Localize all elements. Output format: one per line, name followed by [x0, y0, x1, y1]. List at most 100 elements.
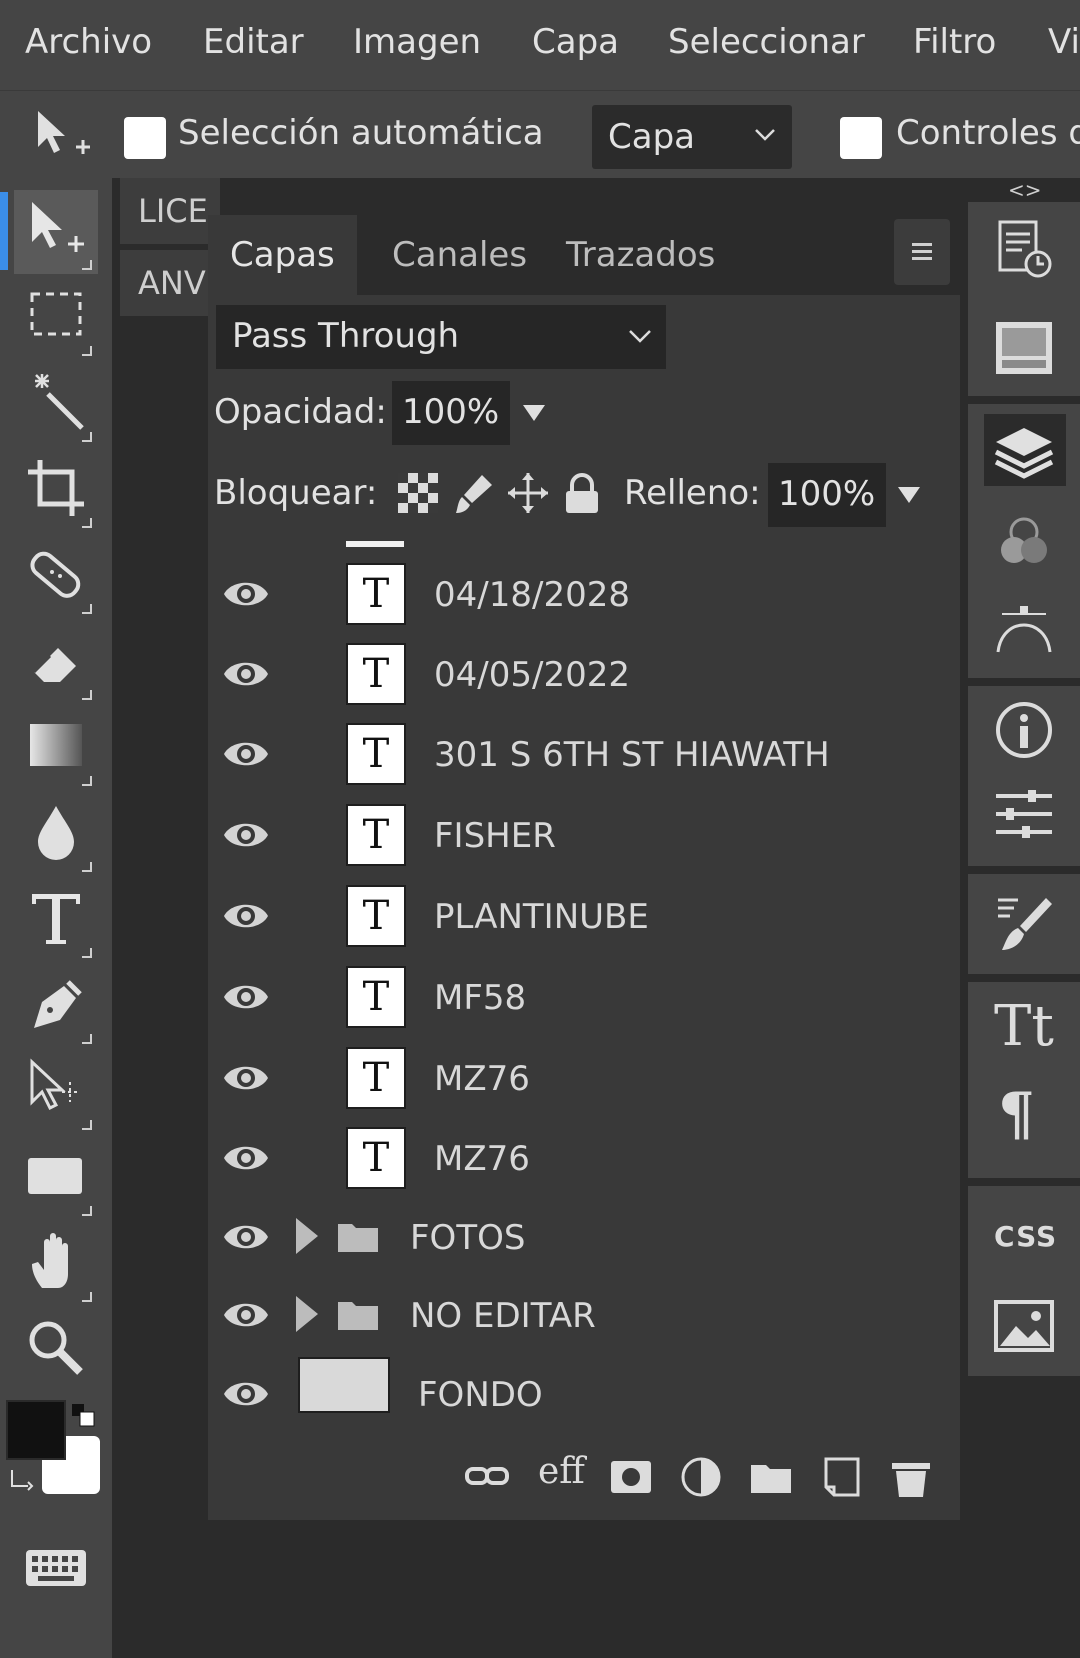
doc-tab-lice[interactable]: LICE	[120, 178, 220, 244]
chevron-down-icon	[755, 129, 775, 141]
lock-all-padlock-icon[interactable]	[560, 471, 604, 515]
hand-tool[interactable]	[14, 1222, 98, 1306]
add-mask-icon[interactable]	[608, 1455, 654, 1499]
adjustment-layer-icon[interactable]	[678, 1455, 724, 1499]
visibility-eye-icon[interactable]	[222, 575, 270, 613]
default-colors-icon[interactable]	[8, 1464, 38, 1494]
visibility-eye-icon[interactable]	[222, 816, 270, 854]
text-layer-glyph: T	[362, 651, 390, 697]
adjustments-sliders-icon[interactable]	[992, 782, 1056, 846]
layer-name: FONDO	[418, 1375, 543, 1415]
menu-archivo[interactable]: Archivo	[25, 22, 152, 62]
menu-vista[interactable]: Vi	[1048, 22, 1080, 62]
keyboard-icon[interactable]	[24, 1546, 88, 1590]
crop-tool[interactable]	[14, 448, 98, 532]
blend-mode-select[interactable]: Pass Through	[216, 305, 666, 369]
eraser-tool[interactable]	[14, 620, 98, 704]
healing-brush-tool[interactable]	[14, 534, 98, 618]
panel-menu-button[interactable]	[894, 219, 950, 285]
visibility-eye-icon[interactable]	[222, 897, 270, 935]
css-icon[interactable]: CSS	[994, 1220, 1057, 1253]
channels-icon[interactable]	[992, 510, 1056, 574]
layer-effects-button[interactable]: eff	[538, 1451, 585, 1492]
menu-imagen[interactable]: Imagen	[353, 22, 481, 62]
image-icon[interactable]	[992, 1294, 1056, 1358]
lock-position-move-icon[interactable]	[506, 471, 550, 515]
layer-name: 301 S 6TH ST HIAWATH	[434, 735, 830, 775]
layer-row[interactable]: FOTOS	[208, 1198, 960, 1276]
type-tool[interactable]	[14, 878, 98, 962]
new-group-folder-icon[interactable]	[748, 1455, 794, 1499]
swatches-image-icon[interactable]	[992, 316, 1056, 380]
paths-curve-icon[interactable]	[992, 596, 1056, 660]
auto-select-checkbox[interactable]	[124, 117, 166, 159]
lock-pixels-brush-icon[interactable]	[452, 471, 496, 515]
expand-group-arrow-icon[interactable]	[296, 1296, 318, 1332]
swap-colors-icon[interactable]	[70, 1402, 98, 1430]
expand-group-arrow-icon[interactable]	[296, 1218, 318, 1254]
zoom-tool[interactable]	[14, 1308, 98, 1392]
menu-editar[interactable]: Editar	[203, 22, 304, 62]
opacity-label: Opacidad:	[214, 392, 387, 432]
visibility-eye-icon[interactable]	[222, 655, 270, 693]
visibility-eye-icon[interactable]	[222, 1375, 270, 1413]
visibility-eye-icon[interactable]	[222, 978, 270, 1016]
dock-collapse-toggle[interactable]: <>	[1008, 178, 1042, 202]
visibility-eye-icon[interactable]	[222, 1139, 270, 1177]
doc-tab-anv[interactable]: ANV	[120, 250, 220, 316]
foreground-color-swatch[interactable]	[6, 1400, 66, 1460]
layer-name: PLANTINUBE	[434, 897, 649, 937]
transform-controls-checkbox[interactable]	[840, 117, 882, 159]
pen-tool[interactable]	[14, 964, 98, 1048]
new-layer-icon[interactable]	[818, 1455, 864, 1499]
fill-input[interactable]: 100%	[768, 463, 886, 527]
visibility-eye-icon[interactable]	[222, 735, 270, 773]
blur-tool[interactable]	[14, 792, 98, 876]
path-selection-tool[interactable]	[14, 1050, 98, 1134]
layer-row[interactable]: T MZ76	[208, 1039, 960, 1117]
delete-layer-trash-icon[interactable]	[888, 1455, 934, 1499]
opacity-input[interactable]: 100%	[392, 381, 510, 445]
layer-name: 04/18/2028	[434, 575, 630, 615]
shape-tool[interactable]	[14, 1136, 98, 1220]
info-icon[interactable]	[992, 698, 1056, 762]
layer-row[interactable]: FONDO	[208, 1355, 960, 1433]
visibility-eye-icon[interactable]	[222, 1296, 270, 1334]
brush-settings-icon[interactable]	[992, 892, 1056, 956]
layer-row[interactable]: T MZ76	[208, 1119, 960, 1197]
pen-nib-icon	[34, 980, 82, 1028]
foreground-background-colors[interactable]	[6, 1400, 102, 1496]
menu-capa[interactable]: Capa	[532, 22, 619, 62]
layer-group-select[interactable]: Capa	[592, 105, 792, 169]
layer-row[interactable]: T 04/18/2028	[208, 555, 960, 633]
dock-group-brush	[968, 874, 1080, 974]
marquee-tool[interactable]	[14, 276, 98, 360]
layer-row[interactable]: T PLANTINUBE	[208, 877, 960, 955]
move-tool[interactable]	[14, 190, 98, 274]
layer-row[interactable]: T FISHER	[208, 796, 960, 874]
menu-seleccionar[interactable]: Seleccionar	[668, 22, 865, 62]
fill-dropdown-arrow[interactable]	[898, 487, 920, 503]
tab-capas[interactable]: Capas	[208, 215, 357, 295]
layer-row[interactable]: NO EDITAR	[208, 1276, 960, 1354]
history-icon[interactable]	[992, 218, 1056, 282]
lock-transparency-icon[interactable]	[396, 471, 440, 515]
layers-stack-icon[interactable]	[992, 420, 1056, 484]
layer-name: NO EDITAR	[410, 1296, 596, 1336]
layer-row[interactable]: T MF58	[208, 958, 960, 1036]
tab-trazados[interactable]: Trazados	[544, 215, 737, 295]
gradient-tool[interactable]	[14, 706, 98, 790]
text-layer-thumbnail: T	[346, 1127, 406, 1189]
link-layers-icon[interactable]	[464, 1455, 510, 1499]
visibility-eye-icon[interactable]	[222, 1059, 270, 1097]
layer-row[interactable]: T 04/05/2022	[208, 635, 960, 713]
magic-wand-tool[interactable]	[14, 362, 98, 446]
bandage-icon	[30, 551, 81, 598]
opacity-dropdown-arrow[interactable]	[523, 405, 545, 421]
tab-canales[interactable]: Canales	[370, 215, 549, 295]
menu-filtro[interactable]: Filtro	[913, 22, 996, 62]
layer-row[interactable]: T 301 S 6TH ST HIAWATH	[208, 715, 960, 793]
paragraph-icon[interactable]: ¶	[998, 1080, 1035, 1148]
character-icon[interactable]: Tt	[994, 994, 1054, 1059]
visibility-eye-icon[interactable]	[222, 1218, 270, 1256]
